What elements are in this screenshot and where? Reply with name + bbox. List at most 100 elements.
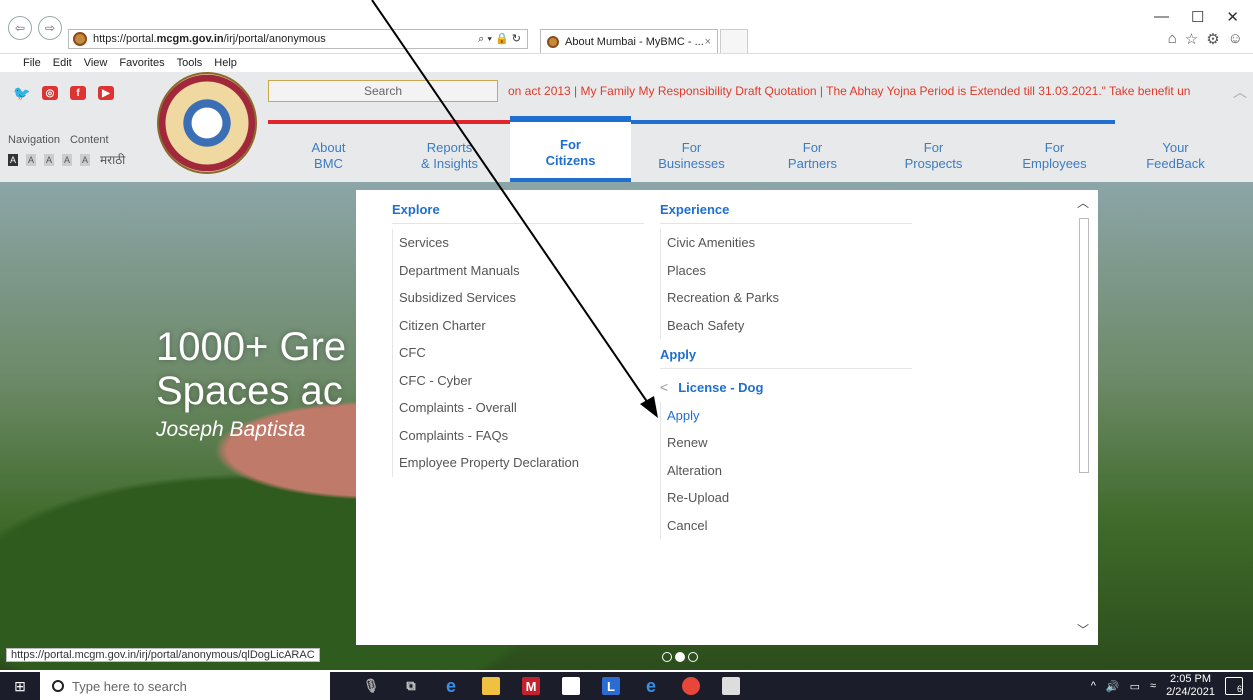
smiley-feedback-icon[interactable]: ☺ — [1228, 30, 1243, 48]
font-size-4[interactable]: A — [62, 154, 72, 166]
menu-view[interactable]: View — [84, 57, 108, 69]
chevron-down-icon[interactable]: ﹀ — [1076, 621, 1090, 638]
chrome-icon[interactable] — [682, 677, 700, 695]
windows-start-icon[interactable]: ⊞ — [0, 672, 40, 700]
tray-chevron-up-icon[interactable]: ^ — [1091, 680, 1096, 692]
bmc-logo[interactable] — [157, 72, 257, 174]
mega-menu-scrollbar[interactable]: ︿ ﹀ — [1076, 194, 1090, 638]
nav-label-line1: Reports — [426, 140, 473, 155]
home-icon[interactable]: ⌂ — [1168, 30, 1177, 48]
nav-for-prospects[interactable]: For Prospects — [873, 120, 994, 182]
menu-item-cfc-cyber[interactable]: CFC - Cyber — [392, 366, 644, 394]
nav-label-line2: & Insights — [420, 156, 479, 171]
chevron-up-icon[interactable]: ︿ — [1076, 194, 1090, 211]
forward-button[interactable]: ⇨ — [38, 16, 62, 40]
menu-item-renew[interactable]: Renew — [660, 429, 912, 457]
menu-favorites[interactable]: Favorites — [119, 57, 164, 69]
menu-edit[interactable]: Edit — [53, 57, 72, 69]
settings-gear-icon[interactable]: ⚙ — [1206, 30, 1219, 48]
volume-icon[interactable]: 🔊 — [1106, 680, 1120, 693]
nav-about-bmc[interactable]: About BMC — [268, 120, 389, 182]
license-dog-submenu[interactable]: < License - Dog — [660, 374, 912, 402]
menu-item-cancel[interactable]: Cancel — [660, 511, 912, 539]
maximize-button[interactable]: ☐ — [1191, 8, 1204, 26]
menu-item-services[interactable]: Services — [392, 229, 644, 257]
site-search-input[interactable]: Search — [268, 80, 498, 102]
carousel-dot[interactable] — [662, 652, 672, 662]
address-tools[interactable]: ⌕ ▾ 🔒 ↻ — [478, 32, 521, 46]
social-links: 🐦 ◎ f ▶ — [13, 85, 114, 101]
skip-content-link[interactable]: Content — [70, 134, 109, 146]
nav-for-employees[interactable]: For Employees — [994, 120, 1115, 182]
menu-item-employee-property-declaration[interactable]: Employee Property Declaration — [392, 449, 644, 477]
scrollbar-thumb[interactable] — [1079, 218, 1089, 473]
tab-close-button[interactable]: × — [705, 36, 711, 48]
nav-label-line2: BMC — [314, 156, 343, 171]
nav-for-businesses[interactable]: For Businesses — [631, 120, 752, 182]
browser-tab[interactable]: About Mumbai - MyBMC - ... × — [540, 29, 718, 53]
carousel-dot-active[interactable] — [675, 652, 685, 662]
file-explorer-icon[interactable] — [482, 677, 500, 695]
language-toggle[interactable]: मराठी — [100, 154, 125, 166]
skip-navigation-link[interactable]: Navigation — [8, 134, 60, 146]
skip-links: Navigation Content — [8, 134, 109, 146]
facebook-icon[interactable]: f — [70, 86, 86, 100]
menu-item-apply[interactable]: Apply — [660, 401, 912, 429]
nav-for-partners[interactable]: For Partners — [752, 120, 873, 182]
chevron-up-icon[interactable]: ︿ — [1233, 82, 1247, 102]
menu-help[interactable]: Help — [214, 57, 237, 69]
news-ticker[interactable]: on act 2013 | My Family My Responsibilit… — [508, 84, 1230, 98]
nav-label-line1: For — [802, 140, 823, 155]
nav-your-feedback[interactable]: Your FeedBack — [1115, 120, 1236, 182]
task-view-icon[interactable]: ⧉ — [402, 677, 420, 695]
menu-item-subsidized-services[interactable]: Subsidized Services — [392, 284, 644, 312]
menu-item-re-upload[interactable]: Re-Upload — [660, 484, 912, 512]
submenu-title: License - Dog — [678, 380, 764, 395]
browser-chrome: — ☐ ✕ ⇦ ⇨ https://portal. mcgm.gov.in/irj… — [0, 0, 1253, 72]
nav-reports-insights[interactable]: Reports & Insights — [389, 120, 510, 182]
favorites-star-icon[interactable]: ☆ — [1185, 30, 1198, 48]
font-size-3[interactable]: A — [44, 154, 54, 166]
menu-item-beach-safety[interactable]: Beach Safety — [660, 311, 912, 339]
youtube-icon[interactable]: ▶ — [98, 86, 114, 100]
twitter-icon[interactable]: 🐦 — [13, 85, 30, 101]
close-window-button[interactable]: ✕ — [1226, 8, 1239, 26]
nav-label-line1: For — [681, 140, 702, 155]
mcafee-icon[interactable]: M — [522, 677, 540, 695]
menu-item-cfc[interactable]: CFC — [392, 339, 644, 367]
store-icon[interactable] — [562, 677, 580, 695]
edge-icon[interactable]: e — [642, 676, 660, 696]
instagram-icon[interactable]: ◎ — [42, 86, 58, 100]
menu-file[interactable]: File — [23, 57, 41, 69]
app-l-icon[interactable]: L — [602, 677, 620, 695]
menu-item-alteration[interactable]: Alteration — [660, 456, 912, 484]
clock-date: 2/24/2021 — [1166, 686, 1215, 698]
chevron-left-icon[interactable]: < — [660, 374, 668, 402]
new-tab-button[interactable] — [720, 29, 748, 53]
notification-center-icon[interactable]: 6 — [1225, 677, 1243, 695]
menu-item-department-manuals[interactable]: Department Manuals — [392, 256, 644, 284]
menu-item-places[interactable]: Places — [660, 256, 912, 284]
word-icon[interactable] — [722, 677, 740, 695]
nav-label-line2: Prospects — [904, 156, 963, 171]
menu-item-complaints-faqs[interactable]: Complaints - FAQs — [392, 421, 644, 449]
taskbar-search[interactable]: Type here to search — [40, 672, 330, 700]
menu-item-civic-amenities[interactable]: Civic Amenities — [660, 229, 912, 257]
microphone-icon[interactable]: 🎙 — [362, 677, 380, 695]
carousel-dot[interactable] — [688, 652, 698, 662]
font-size-1[interactable]: A — [8, 154, 18, 166]
system-clock[interactable]: 2:05 PM 2/24/2021 — [1166, 673, 1215, 699]
menu-item-complaints-overall[interactable]: Complaints - Overall — [392, 394, 644, 422]
menu-item-recreation-parks[interactable]: Recreation & Parks — [660, 284, 912, 312]
font-size-5[interactable]: A — [80, 154, 90, 166]
menu-tools[interactable]: Tools — [177, 57, 203, 69]
menu-item-citizen-charter[interactable]: Citizen Charter — [392, 311, 644, 339]
battery-icon[interactable]: ▭ — [1130, 680, 1140, 693]
wifi-icon[interactable]: ≈ — [1150, 680, 1156, 692]
nav-for-citizens[interactable]: For Citizens — [510, 116, 631, 182]
address-bar[interactable]: https://portal. mcgm.gov.in/irj/portal/an… — [68, 29, 528, 49]
minimize-button[interactable]: — — [1154, 8, 1169, 26]
back-button[interactable]: ⇦ — [8, 16, 32, 40]
internet-explorer-icon[interactable]: e — [442, 676, 460, 696]
font-size-2[interactable]: A — [26, 154, 36, 166]
